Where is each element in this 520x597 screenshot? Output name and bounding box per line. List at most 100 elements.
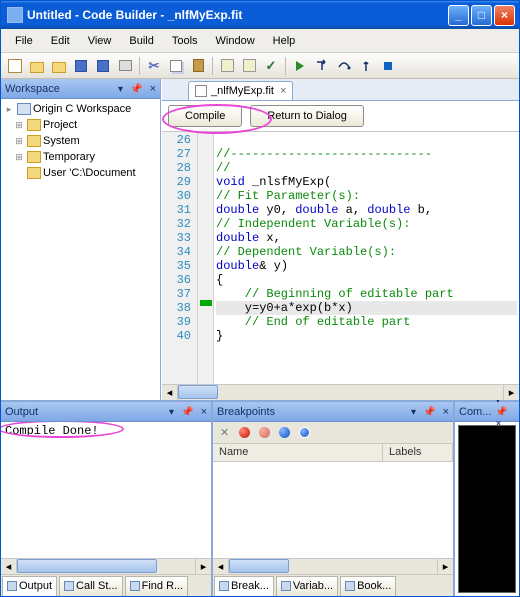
- maximize-button[interactable]: □: [471, 5, 492, 26]
- workspace-pin-icon[interactable]: 📌: [130, 84, 142, 95]
- breakpoint-columns-button[interactable]: [296, 424, 313, 441]
- file-tabstrip: _nlfMyExp.fit ×: [162, 79, 519, 101]
- output-scrollbar[interactable]: ◂ ▸: [1, 558, 211, 574]
- workspace-dropdown-icon[interactable]: ▾: [118, 84, 123, 95]
- marker-column: [198, 132, 214, 384]
- print-button[interactable]: [115, 56, 135, 76]
- breakpoints-toolbar: ✕: [213, 422, 453, 444]
- expand-icon[interactable]: ⊞: [13, 120, 25, 131]
- step-over-button[interactable]: [334, 56, 354, 76]
- expand-icon[interactable]: ⊞: [13, 152, 25, 163]
- tree-node-user[interactable]: User 'C:\Document: [3, 165, 158, 181]
- tab-bookmarks[interactable]: Book...: [340, 576, 396, 596]
- tree-label: Temporary: [43, 151, 95, 163]
- workspace-close-icon[interactable]: ×: [150, 83, 156, 95]
- output-dropdown-icon[interactable]: ▾: [169, 407, 174, 418]
- breakpoints-header: Breakpoints ▾ 📌 ×: [213, 402, 453, 422]
- scroll-left-icon[interactable]: ◂: [162, 385, 178, 400]
- save-button[interactable]: [71, 56, 91, 76]
- col-name[interactable]: Name: [213, 444, 383, 461]
- command-panel: Com... ▾ 📌 ×: [455, 402, 519, 596]
- scroll-left-icon[interactable]: ◂: [1, 559, 17, 574]
- delete-breakpoint-button[interactable]: ✕: [216, 424, 233, 441]
- toolbar: ✂ ✓: [1, 53, 519, 79]
- menu-file[interactable]: File: [7, 32, 41, 50]
- check-button[interactable]: ✓: [261, 56, 281, 76]
- command-pin-icon[interactable]: 📌: [495, 407, 507, 418]
- scroll-right-icon[interactable]: ▸: [437, 559, 453, 574]
- menu-window[interactable]: Window: [208, 32, 263, 50]
- code-content[interactable]: //---------------------------- // void _…: [214, 132, 519, 384]
- menu-help[interactable]: Help: [265, 32, 304, 50]
- save-all-button[interactable]: [93, 56, 113, 76]
- app-window: Untitled - Code Builder - _nlfMyExp.fit …: [0, 0, 520, 597]
- scroll-thumb[interactable]: [17, 559, 157, 573]
- tree-node-system[interactable]: ⊞ System: [3, 133, 158, 149]
- file-icon: [195, 85, 207, 97]
- build-button[interactable]: [217, 56, 237, 76]
- go-button[interactable]: [290, 56, 310, 76]
- line-gutter: 26 27 28 29 30 31 32 33 34 35 36 37 38 3…: [162, 132, 198, 384]
- command-body[interactable]: [458, 425, 516, 593]
- minimize-button[interactable]: _: [448, 5, 469, 26]
- breakpoints-scrollbar[interactable]: ◂ ▸: [213, 558, 453, 574]
- tree-node-temporary[interactable]: ⊞ Temporary: [3, 149, 158, 165]
- breakpoint-disabled-icon: [259, 427, 270, 438]
- paste-button[interactable]: [188, 56, 208, 76]
- scroll-thumb[interactable]: [229, 559, 289, 573]
- col-labels[interactable]: Labels: [383, 444, 453, 461]
- file-tab[interactable]: _nlfMyExp.fit ×: [188, 81, 293, 100]
- breakpoints-panel: Breakpoints ▾ 📌 × ✕ Name Labels ◂: [213, 402, 455, 596]
- output-pin-icon[interactable]: 📌: [181, 407, 193, 418]
- code-editor[interactable]: 26 27 28 29 30 31 32 33 34 35 36 37 38 3…: [162, 131, 519, 384]
- expand-icon[interactable]: ⊞: [13, 136, 25, 147]
- scroll-thumb[interactable]: [178, 385, 218, 399]
- callstack-tab-icon: [64, 581, 74, 591]
- build-all-button[interactable]: [239, 56, 259, 76]
- return-to-dialog-button[interactable]: Return to Dialog: [250, 105, 364, 127]
- open-file-button[interactable]: [27, 56, 47, 76]
- tab-breakpoints[interactable]: Break...: [214, 576, 274, 596]
- tree-root[interactable]: ▸ Origin C Workspace: [3, 101, 158, 117]
- tab-call-stack[interactable]: Call St...: [59, 576, 123, 596]
- stop-debug-button[interactable]: [378, 56, 398, 76]
- cut-button[interactable]: ✂: [144, 56, 164, 76]
- step-out-button[interactable]: [356, 56, 376, 76]
- copy-button[interactable]: [166, 56, 186, 76]
- compile-button[interactable]: Compile: [168, 105, 242, 127]
- editor-scrollbar[interactable]: ◂ ▸: [162, 384, 519, 400]
- breakpoints-dropdown-icon[interactable]: ▾: [411, 407, 416, 418]
- output-header: Output ▾ 📌 ×: [1, 402, 211, 422]
- breakpoints-close-icon[interactable]: ×: [443, 406, 449, 418]
- button-row: Compile Return to Dialog: [162, 101, 519, 131]
- open-workspace-button[interactable]: [49, 56, 69, 76]
- scroll-right-icon[interactable]: ▸: [195, 559, 211, 574]
- tab-close-icon[interactable]: ×: [280, 85, 286, 97]
- goto-breakpoint-button[interactable]: [276, 424, 293, 441]
- tab-find-results[interactable]: Find R...: [125, 576, 189, 596]
- step-out-icon: [359, 59, 373, 73]
- new-file-icon: [8, 59, 22, 73]
- toggle-breakpoint-button[interactable]: [236, 424, 253, 441]
- new-file-button[interactable]: [5, 56, 25, 76]
- save-all-icon: [97, 60, 109, 72]
- folder-icon: [27, 167, 41, 179]
- menu-edit[interactable]: Edit: [43, 32, 78, 50]
- twisty-icon[interactable]: ▸: [3, 104, 15, 115]
- output-title: Output: [5, 406, 38, 418]
- menu-tools[interactable]: Tools: [164, 32, 206, 50]
- menu-build[interactable]: Build: [121, 32, 161, 50]
- scroll-right-icon[interactable]: ▸: [503, 385, 519, 400]
- breakpoints-pin-icon[interactable]: 📌: [423, 407, 435, 418]
- scroll-left-icon[interactable]: ◂: [213, 559, 229, 574]
- tab-output[interactable]: Output: [2, 576, 57, 596]
- menu-view[interactable]: View: [80, 32, 120, 50]
- output-close-icon[interactable]: ×: [201, 406, 207, 418]
- disable-breakpoint-button[interactable]: [256, 424, 273, 441]
- workspace-tree[interactable]: ▸ Origin C Workspace ⊞ Project ⊞ System …: [1, 99, 160, 400]
- step-into-button[interactable]: [312, 56, 332, 76]
- tree-node-project[interactable]: ⊞ Project: [3, 117, 158, 133]
- folder-icon: [27, 135, 41, 147]
- tab-variables[interactable]: Variab...: [276, 576, 338, 596]
- close-button[interactable]: ×: [494, 5, 515, 26]
